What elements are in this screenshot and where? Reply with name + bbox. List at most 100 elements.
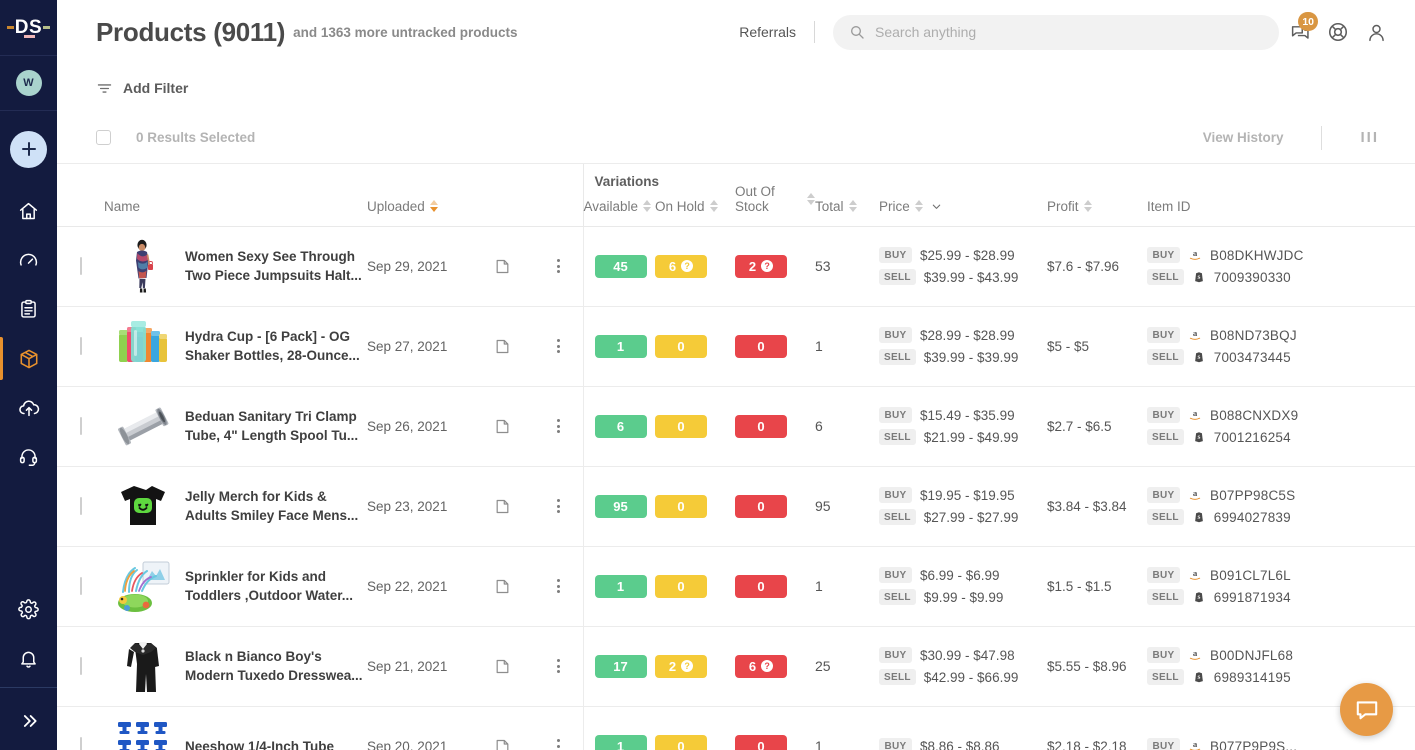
th-uploaded[interactable]: Uploaded (367, 164, 583, 227)
sidebar-item-products[interactable] (0, 334, 57, 383)
row-menu-button[interactable] (534, 339, 583, 353)
info-icon[interactable]: ? (681, 660, 694, 672)
buy-item-id[interactable]: B00DNJFL68 (1210, 648, 1293, 663)
row-menu-button[interactable] (534, 579, 583, 593)
messages-button[interactable]: 10 (1283, 12, 1318, 49)
sell-item-id[interactable]: 6991871934 (1214, 590, 1291, 605)
table-row[interactable]: Black n Bianco Boy's Modern Tuxedo Dress… (57, 626, 1415, 707)
th-on-hold[interactable]: On Hold (655, 164, 735, 227)
row-menu-button[interactable] (534, 419, 583, 433)
row-item-id-cell: BUY a B08ND73BQJ SELL S 7003473445 (1147, 306, 1415, 387)
avatar[interactable]: W (15, 70, 42, 96)
buy-tag: BUY (1147, 407, 1180, 423)
svg-text:S: S (1197, 675, 1200, 681)
workspace-avatar-wrap[interactable]: W (0, 56, 57, 111)
row-checkbox[interactable] (79, 737, 82, 750)
sidebar-item-settings[interactable] (0, 585, 57, 634)
table-row[interactable]: Neeshow 1/4-Inch Tube Sep 20, 2021 1 0 0 1 BUY… (57, 706, 1415, 750)
product-name[interactable]: Beduan Sanitary Tri Clamp Tube, 4" Lengt… (185, 407, 367, 445)
user-menu-button[interactable] (1359, 15, 1393, 49)
row-checkbox[interactable] (79, 257, 82, 275)
sort-profit-icon[interactable] (1083, 200, 1092, 212)
chat-fab-button[interactable] (1340, 683, 1393, 736)
th-out-of-stock[interactable]: Out Of Stock (735, 164, 815, 227)
note-icon[interactable] (494, 578, 534, 595)
buy-item-id[interactable]: B091CL7L6L (1210, 568, 1291, 583)
row-menu-button[interactable] (534, 499, 583, 513)
row-checkbox[interactable] (79, 577, 82, 595)
table-row[interactable]: Hydra Cup - [6 Pack] - OG Shaker Bottles… (57, 306, 1415, 387)
buy-item-id[interactable]: B077P9P9S... (1210, 739, 1297, 750)
row-checkbox[interactable] (79, 497, 82, 515)
sort-uploaded-icon[interactable] (429, 200, 438, 212)
buy-item-id[interactable]: B08DKHWJDC (1210, 248, 1304, 263)
note-icon[interactable] (494, 658, 534, 675)
product-name[interactable]: Sprinkler for Kids and Toddlers ,Outdoor… (185, 567, 367, 605)
info-icon[interactable]: ? (761, 260, 774, 272)
product-name[interactable]: Hydra Cup - [6 Pack] - OG Shaker Bottles… (185, 327, 367, 365)
search-input[interactable] (875, 24, 1263, 40)
buy-item-id[interactable]: B08ND73BQJ (1210, 328, 1297, 343)
info-icon[interactable]: ? (681, 260, 694, 272)
sidebar-item-dashboard[interactable] (0, 236, 57, 285)
sidebar-item-notifications[interactable] (0, 634, 57, 683)
buy-item-id[interactable]: B088CNXDX9 (1210, 408, 1298, 423)
help-button[interactable] (1321, 15, 1355, 49)
sell-item-id[interactable]: 7001216254 (1214, 430, 1291, 445)
note-icon[interactable] (494, 418, 534, 435)
note-icon[interactable] (494, 738, 534, 750)
sell-item-id[interactable]: 7009390330 (1214, 270, 1291, 285)
row-checkbox[interactable] (79, 337, 82, 355)
sort-total-icon[interactable] (848, 200, 857, 212)
th-price[interactable]: Price (879, 164, 1047, 227)
row-checkbox[interactable] (79, 417, 82, 435)
sell-item-id[interactable]: 7003473445 (1214, 350, 1291, 365)
sidebar-item-uploads[interactable] (0, 383, 57, 432)
th-total[interactable]: Total (815, 164, 879, 227)
row-price-cell: BUY $30.99 - $47.98 SELL $42.99 - $66.99 (879, 626, 1047, 707)
select-all-checkbox[interactable] (96, 130, 111, 145)
note-icon[interactable] (494, 338, 534, 355)
product-name[interactable]: Neeshow 1/4-Inch Tube (185, 737, 334, 750)
sell-item-id[interactable]: 6989314195 (1214, 670, 1291, 685)
buy-item-id[interactable]: B07PP98C5S (1210, 488, 1295, 503)
app-logo[interactable]: DS (0, 0, 57, 56)
sidebar-item-expand[interactable] (0, 692, 57, 750)
th-profit[interactable]: Profit (1047, 164, 1147, 227)
row-menu-button[interactable] (534, 739, 583, 750)
svg-text:a: a (1193, 248, 1198, 258)
table-row[interactable]: Jelly Merch for Kids & Adults Smiley Fac… (57, 466, 1415, 547)
note-icon[interactable] (494, 498, 534, 515)
table-row[interactable]: Beduan Sanitary Tri Clamp Tube, 4" Lengt… (57, 386, 1415, 467)
add-filter-button[interactable]: Add Filter (96, 80, 188, 97)
search-box[interactable] (833, 14, 1279, 50)
product-name[interactable]: Black n Bianco Boy's Modern Tuxedo Dress… (185, 647, 367, 685)
row-menu-button[interactable] (534, 259, 583, 273)
sidebar-item-orders[interactable] (0, 285, 57, 334)
row-menu-button[interactable] (534, 659, 583, 673)
sidebar-item-home[interactable] (0, 187, 57, 236)
note-icon[interactable] (494, 258, 534, 275)
row-profit-cell: $2.18 - $2.18 (1047, 706, 1147, 750)
sidebar-item-support[interactable] (0, 432, 57, 481)
th-available[interactable]: Variations Available (582, 164, 659, 227)
sort-available-icon[interactable] (643, 200, 652, 212)
table-row[interactable]: Women Sexy See Through Two Piece Jumpsui… (57, 226, 1415, 307)
chevron-down-icon[interactable] (931, 201, 942, 212)
view-history-button[interactable]: View History (1203, 130, 1284, 145)
add-button[interactable] (10, 130, 47, 168)
row-checkbox[interactable] (79, 657, 82, 675)
sort-out-of-stock-icon[interactable] (807, 192, 815, 205)
row-select-cell (57, 226, 104, 307)
product-name[interactable]: Jelly Merch for Kids & Adults Smiley Fac… (185, 487, 367, 525)
referrals-link[interactable]: Referrals (739, 24, 814, 40)
sort-on-hold-icon[interactable] (709, 200, 718, 212)
table-row[interactable]: Sprinkler for Kids and Toddlers ,Outdoor… (57, 546, 1415, 627)
sidebar-bottom (0, 585, 57, 750)
column-settings-icon[interactable]: III (1360, 129, 1379, 146)
product-name[interactable]: Women Sexy See Through Two Piece Jumpsui… (185, 247, 367, 285)
info-icon[interactable]: ? (761, 660, 774, 672)
sort-price-icon[interactable] (914, 200, 923, 212)
sell-item-row: SELL S 6989314195 (1147, 669, 1415, 685)
sell-item-id[interactable]: 6994027839 (1214, 510, 1291, 525)
